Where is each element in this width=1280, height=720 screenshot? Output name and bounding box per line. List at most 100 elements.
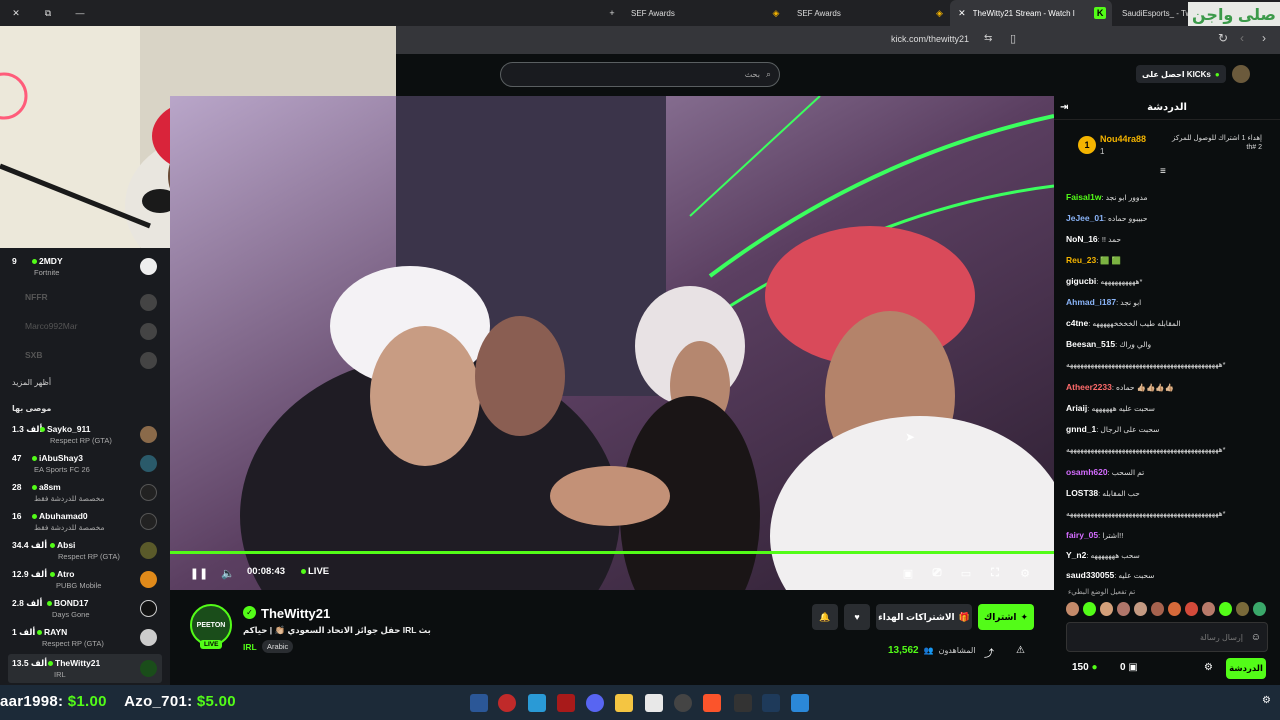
back-icon[interactable]: ‹: [1240, 31, 1244, 45]
emote-icon[interactable]: [1219, 602, 1232, 616]
notification-bell-button[interactable]: 🔔: [812, 604, 838, 630]
minimize-window-icon[interactable]: —: [68, 0, 92, 26]
emote-icon[interactable]: [1100, 602, 1113, 616]
fullscreen-icon[interactable]: ⛶: [988, 566, 1002, 580]
sidebar-channel-absi[interactable]: 34.4 ألف Absi Respect RP (GTA): [0, 536, 170, 565]
word-app-icon[interactable]: [470, 694, 488, 712]
close-window-icon[interactable]: ✕: [4, 0, 28, 26]
chat-username[interactable]: saud330055: [1066, 570, 1114, 580]
app-icon[interactable]: [734, 694, 752, 712]
app-icon[interactable]: [645, 694, 663, 712]
sidebar-channel-nffr[interactable]: NFFR: [0, 288, 170, 317]
emote-icon[interactable]: [1066, 602, 1079, 616]
sidebar-channel-a8sm[interactable]: 28 a8sm مخصصة للدردشة فقط: [0, 478, 170, 507]
sidebar-channel-atro[interactable]: 12.9 ألف Atro PUBG Mobile: [0, 565, 170, 594]
sidebar-channel-sxb[interactable]: SXB: [0, 346, 170, 375]
sidebar-channel-2mdy[interactable]: 9 2MDY Fortnite: [0, 252, 170, 281]
chat-username[interactable]: gnnd_1: [1066, 424, 1096, 434]
windows-start-icon[interactable]: [791, 694, 809, 712]
gift-subs-button[interactable]: الاشتراكات الهداء 🎁: [876, 604, 972, 630]
settings-gear-icon[interactable]: ⚙: [1018, 566, 1032, 580]
emote-icon[interactable]: [1202, 602, 1215, 616]
top-gifter-name[interactable]: Nou44ra88: [1100, 134, 1146, 144]
chat-username[interactable]: JeJee_01: [1066, 213, 1104, 223]
file-explorer-icon[interactable]: [615, 694, 633, 712]
chat-settings-icon[interactable]: ⚙: [1204, 662, 1213, 673]
emote-icon[interactable]: [1134, 602, 1147, 616]
chat-username[interactable]: Ahmad_i187: [1066, 297, 1116, 307]
emote-icon[interactable]: [1083, 602, 1096, 616]
pip-icon[interactable]: ▣: [901, 566, 915, 580]
chat-text: !! حمد: [1101, 235, 1122, 244]
emote-icon[interactable]: [1253, 602, 1266, 616]
chat-message-input[interactable]: إرسال رسالة ☺: [1066, 622, 1268, 652]
sidebar-channel-abuhamad0[interactable]: 16 Abuhamad0 مخصصة للدردشة فقط: [0, 507, 170, 536]
app-icon[interactable]: [528, 694, 546, 712]
get-kicks-button[interactable]: احصل على KICKs ●: [1136, 65, 1226, 83]
sidebar-channel-bond17[interactable]: 2.8 ألف BOND17 Days Gone: [0, 594, 170, 623]
clip-icon[interactable]: ⎚: [930, 566, 944, 580]
share-icon[interactable]: ⤴: [984, 645, 994, 660]
brave-browser-icon[interactable]: [703, 694, 721, 712]
chat-username[interactable]: Ariaij: [1066, 403, 1087, 413]
chat-username[interactable]: c4tne: [1066, 318, 1088, 328]
discord-icon[interactable]: [586, 694, 604, 712]
chat-username[interactable]: Y_n2: [1066, 550, 1086, 560]
user-avatar[interactable]: [1232, 65, 1250, 83]
emote-icon[interactable]: [1236, 602, 1249, 616]
chat-username[interactable]: Beesan_515: [1066, 339, 1115, 349]
emote-icon[interactable]: [1117, 602, 1130, 616]
browser-tab-thewitty21[interactable]: ✕ TheWitty21 Stream - Watch l K: [950, 0, 1112, 26]
channel-name[interactable]: TheWitty21: [261, 606, 330, 621]
filter-icon[interactable]: ≡: [1160, 166, 1166, 177]
emote-icon[interactable]: [1185, 602, 1198, 616]
report-icon[interactable]: ⚠: [1016, 645, 1025, 656]
app-icon[interactable]: [498, 694, 516, 712]
site-settings-icon[interactable]: ⇆: [984, 33, 992, 44]
forward-icon[interactable]: ›: [1262, 31, 1266, 45]
chat-username[interactable]: fairy_05: [1066, 530, 1098, 540]
chat-username[interactable]: Faisal1w: [1066, 192, 1101, 202]
chat-username[interactable]: NoN_16: [1066, 234, 1098, 244]
sidebar-channel-thewitty21[interactable]: 13.5 ألف TheWitty21 IRL: [8, 654, 162, 683]
emoji-icon[interactable]: ☺: [1251, 632, 1261, 643]
sidebar-channel-rayn[interactable]: 1 ألف RAYN Respect RP (GTA): [0, 623, 170, 652]
app-icon[interactable]: [762, 694, 780, 712]
reload-icon[interactable]: ↻: [1218, 31, 1228, 45]
chat-username[interactable]: Atheer2233: [1066, 382, 1112, 392]
sidebar-channel-marco[interactable]: Marco992Mar: [0, 317, 170, 346]
close-tab-icon[interactable]: ✕: [956, 7, 968, 19]
search-input[interactable]: ⌕ بحث: [500, 62, 780, 87]
send-chat-button[interactable]: الدردشة: [1226, 658, 1266, 679]
show-more-link[interactable]: أظهر المزيد: [12, 378, 51, 387]
language-tag[interactable]: Arabic: [262, 640, 294, 653]
tray-settings-icon[interactable]: ⚙: [1262, 695, 1271, 706]
kicks-balance[interactable]: 150 ●: [1072, 662, 1098, 673]
follow-heart-button[interactable]: ♥: [844, 604, 870, 630]
sidebar-channel-sayko[interactable]: 1.3 ألف Sayko_911 Respect RP (GTA): [0, 420, 170, 449]
browser-tab-sef-awards-2[interactable]: ◈ SEF Awards: [764, 0, 934, 26]
chat-username[interactable]: osamh620: [1066, 467, 1108, 477]
collapse-chat-icon[interactable]: ⇥: [1060, 102, 1068, 113]
chat-username[interactable]: LOST38: [1066, 488, 1098, 498]
progress-bar[interactable]: [170, 551, 1054, 554]
subscribe-button[interactable]: اشتراك ✦: [978, 604, 1034, 630]
app-icon[interactable]: [674, 694, 692, 712]
chat-username[interactable]: gigucbi: [1066, 276, 1096, 286]
video-player[interactable]: ❚❚ 🔈 00:08:43 LIVE ▣ ⎚ ▭ ⛶ ⚙ ➤: [170, 96, 1054, 590]
emote-icon[interactable]: [1168, 602, 1181, 616]
sidebar-channel-iabushay3[interactable]: 47 iAbuShay3 EA Sports FC 26: [0, 449, 170, 478]
app-icon[interactable]: [557, 694, 575, 712]
pause-icon[interactable]: ❚❚: [190, 566, 208, 580]
plus-icon[interactable]: +: [606, 7, 618, 19]
category-link[interactable]: IRL: [243, 642, 257, 652]
theater-mode-icon[interactable]: ▭: [959, 566, 973, 580]
chat-username[interactable]: Reu_23: [1066, 255, 1096, 265]
restore-window-icon[interactable]: ⧉: [36, 0, 60, 26]
url-text[interactable]: kick.com/thewitty21: [891, 34, 969, 44]
bookmark-icon[interactable]: ▯: [1010, 32, 1016, 45]
volume-icon[interactable]: 🔈: [221, 566, 235, 580]
emote-icon[interactable]: [1151, 602, 1164, 616]
browser-tab-sef-awards-1[interactable]: + SEF Awards: [600, 0, 750, 26]
points-balance[interactable]: 0 ▣: [1120, 662, 1138, 673]
